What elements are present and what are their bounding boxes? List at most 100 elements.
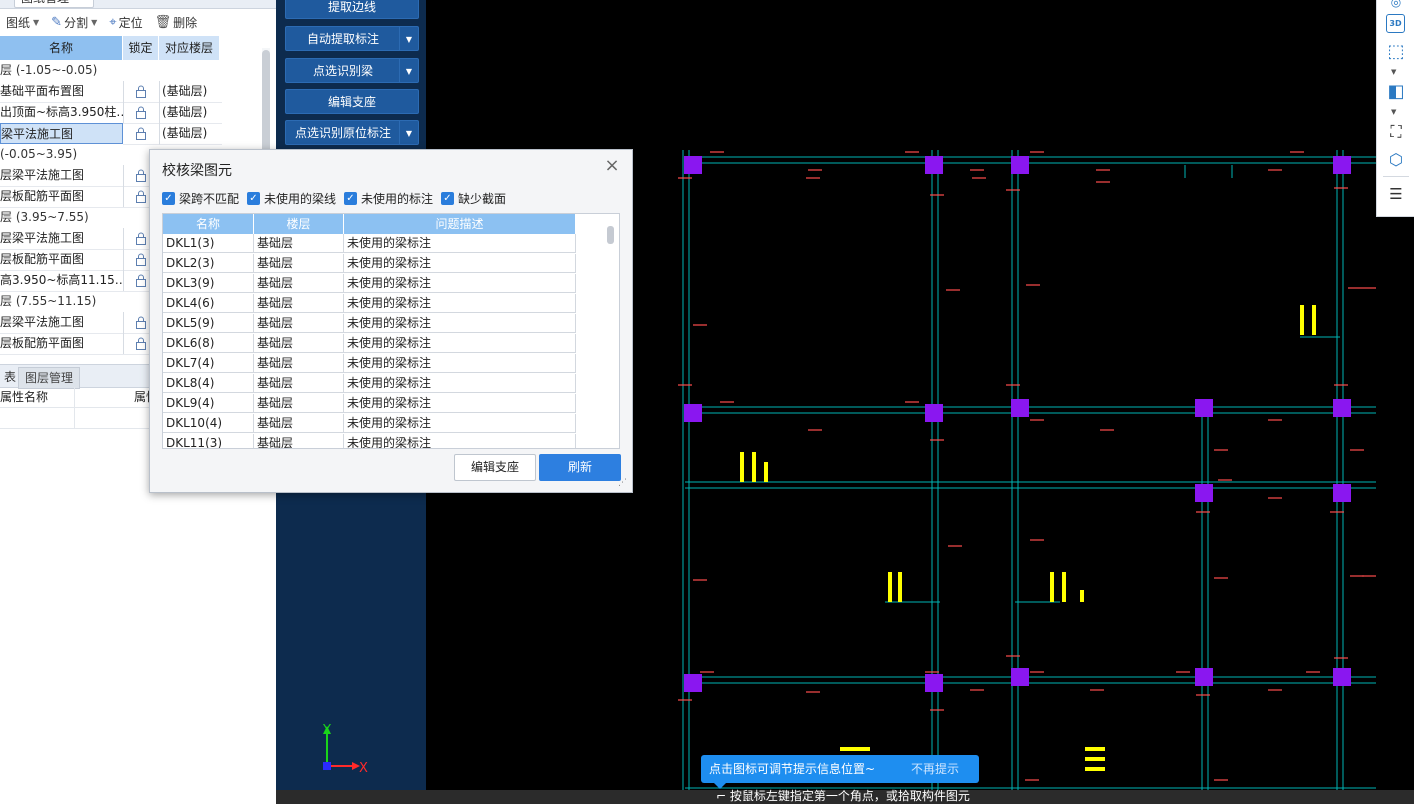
annotation-mark[interactable] xyxy=(764,462,768,482)
drawing-name: 层梁平法施工图 xyxy=(0,312,124,334)
column-marker[interactable] xyxy=(1333,399,1351,417)
tool-button[interactable]: 提取边线 xyxy=(285,0,419,19)
grid-cell-name: DKL8(4) xyxy=(163,374,254,393)
drawing-row[interactable]: 出顶面~标高3.950柱… (基础层) xyxy=(0,102,260,124)
resize-grip-icon[interactable]: ⋰ xyxy=(618,478,627,488)
drawings-dropdown[interactable]: 图纸 ▼ xyxy=(0,11,45,33)
annotation-mark[interactable] xyxy=(1085,747,1105,751)
grid-header-floor[interactable]: 楼层 xyxy=(254,214,344,234)
grid-cell-description: 未使用的梁标注 xyxy=(344,354,576,373)
annotation-mark[interactable] xyxy=(1080,590,1084,602)
edit-support-button[interactable]: 编辑支座 xyxy=(454,454,536,481)
annotation-mark[interactable] xyxy=(752,452,756,482)
column-marker[interactable] xyxy=(684,674,702,692)
chevron-down-icon[interactable]: ▼ xyxy=(1391,68,1396,76)
grid-scrollbar-thumb[interactable] xyxy=(607,226,614,244)
drawing-name: 层板配筋平面图 xyxy=(0,333,124,355)
grid-row[interactable]: DKL1(3) 基础层 未使用的梁标注 xyxy=(163,234,576,254)
grid-row[interactable]: DKL11(3) 基础层 未使用的梁标注 xyxy=(163,434,576,448)
column-marker[interactable] xyxy=(1011,156,1029,174)
grid-row[interactable]: DKL7(4) 基础层 未使用的梁标注 xyxy=(163,354,576,374)
col-header-lock[interactable]: 锁定 xyxy=(123,36,158,60)
list-settings-icon[interactable]: ☰ xyxy=(1386,184,1406,204)
tab-drawing-manager[interactable]: 图纸管理 xyxy=(14,0,94,8)
drawing-floor: (基础层) xyxy=(160,123,222,145)
annotation-mark[interactable] xyxy=(888,572,892,602)
close-icon[interactable]: × xyxy=(602,156,622,176)
column-marker[interactable] xyxy=(1195,668,1213,686)
compass-icon[interactable]: ◎ xyxy=(1386,0,1406,12)
dont-show-again-link[interactable]: 不再提示 xyxy=(911,755,959,783)
grid-cell-description: 未使用的梁标注 xyxy=(344,294,576,313)
refresh-button[interactable]: 刷新 xyxy=(539,454,621,481)
checkbox-span-mismatch[interactable]: ✓ 梁跨不匹配 xyxy=(162,190,239,206)
annotation-mark[interactable] xyxy=(1085,767,1105,771)
grid-row[interactable]: DKL4(6) 基础层 未使用的梁标注 xyxy=(163,294,576,314)
checkbox-unused-annotation[interactable]: ✓ 未使用的标注 xyxy=(344,190,433,206)
grid-row[interactable]: DKL3(9) 基础层 未使用的梁标注 xyxy=(163,274,576,294)
column-marker[interactable] xyxy=(684,156,702,174)
column-marker[interactable] xyxy=(1195,484,1213,502)
col-header-floor[interactable]: 对应楼层 xyxy=(159,36,219,60)
column-marker[interactable] xyxy=(1195,399,1213,417)
column-marker[interactable] xyxy=(1333,156,1351,174)
grid-row[interactable]: DKL10(4) 基础层 未使用的梁标注 xyxy=(163,414,576,434)
grid-row[interactable]: DKL8(4) 基础层 未使用的梁标注 xyxy=(163,374,576,394)
checkbox-missing-section[interactable]: ✓ 缺少截面 xyxy=(441,190,506,206)
chevron-down-icon[interactable]: ▼ xyxy=(399,27,418,50)
column-marker[interactable] xyxy=(684,404,702,422)
grid-row[interactable]: DKL2(3) 基础层 未使用的梁标注 xyxy=(163,254,576,274)
drawing-row[interactable]: 梁平法施工图 (基础层) xyxy=(0,123,260,145)
column-marker[interactable] xyxy=(1011,399,1029,417)
tool-button[interactable]: 点选识别梁 ▼ xyxy=(285,58,419,83)
chevron-down-icon[interactable]: ▼ xyxy=(1391,108,1396,116)
chevron-down-icon: ▼ xyxy=(91,17,98,27)
tool-button[interactable]: 点选识别原位标注 ▼ xyxy=(285,120,419,145)
column-marker[interactable] xyxy=(1333,484,1351,502)
locate-label: 定位 xyxy=(118,15,143,30)
annotation-mark[interactable] xyxy=(1312,305,1316,335)
locate-button[interactable]: ⌖ 定位 xyxy=(103,11,148,33)
annotation-mark[interactable] xyxy=(1085,757,1105,761)
lock-icon[interactable] xyxy=(123,81,160,103)
grid-header-description[interactable]: 问题描述 xyxy=(344,214,576,234)
grid-cell-floor: 基础层 xyxy=(254,434,344,448)
solid-box-icon[interactable]: ◧ xyxy=(1386,82,1406,102)
checkbox-label: 梁跨不匹配 xyxy=(179,191,240,206)
tool-button[interactable]: 自动提取标注 ▼ xyxy=(285,26,419,51)
lock-icon[interactable] xyxy=(123,102,160,124)
annotation-mark[interactable] xyxy=(898,572,902,602)
hint-tooltip[interactable]: 点击图标可调节提示信息位置~ 不再提示 xyxy=(701,755,979,783)
box-view-icon[interactable]: ⬚ xyxy=(1386,42,1406,62)
floor-group-row[interactable]: 层 (-1.05~-0.05) xyxy=(0,60,260,81)
view-3d-button[interactable]: 3D xyxy=(1386,14,1405,33)
column-marker[interactable] xyxy=(1011,668,1029,686)
fullscreen-icon[interactable]: ⛶ xyxy=(1386,122,1406,142)
checkbox-unused-beam-line[interactable]: ✓ 未使用的梁线 xyxy=(247,190,336,206)
drawing-row[interactable]: 基础平面布置图 (基础层) xyxy=(0,81,260,103)
annotation-mark[interactable] xyxy=(740,452,744,482)
grid-row[interactable]: DKL6(8) 基础层 未使用的梁标注 xyxy=(163,334,576,354)
trash-icon: 🗑 xyxy=(154,14,172,30)
grid-row[interactable]: DKL5(9) 基础层 未使用的梁标注 xyxy=(163,314,576,334)
grid-header-name[interactable]: 名称 xyxy=(163,214,254,234)
tab-layer-manager[interactable]: 图层管理 xyxy=(18,367,81,389)
cube-icon[interactable]: ⬡ xyxy=(1386,150,1406,170)
annotation-mark[interactable] xyxy=(1050,572,1054,602)
chevron-down-icon[interactable]: ▼ xyxy=(399,121,418,144)
annotation-mark[interactable] xyxy=(1062,572,1066,602)
column-marker[interactable] xyxy=(1333,668,1351,686)
delete-button[interactable]: 🗑 删除 xyxy=(149,11,204,33)
chevron-down-icon[interactable]: ▼ xyxy=(399,59,418,82)
grid-row[interactable]: DKL9(4) 基础层 未使用的梁标注 xyxy=(163,394,576,414)
column-marker[interactable] xyxy=(925,674,943,692)
drawing-name: 层梁平法施工图 xyxy=(0,228,124,250)
column-marker[interactable] xyxy=(925,156,943,174)
split-button[interactable]: ✎ 分割 ▼ xyxy=(45,11,103,33)
annotation-mark[interactable] xyxy=(1300,305,1304,335)
column-marker[interactable] xyxy=(925,404,943,422)
annotation-mark[interactable] xyxy=(840,747,870,751)
lock-icon[interactable] xyxy=(123,123,160,145)
tool-button[interactable]: 编辑支座 xyxy=(285,89,419,114)
col-header-name[interactable]: 名称 xyxy=(0,36,122,60)
